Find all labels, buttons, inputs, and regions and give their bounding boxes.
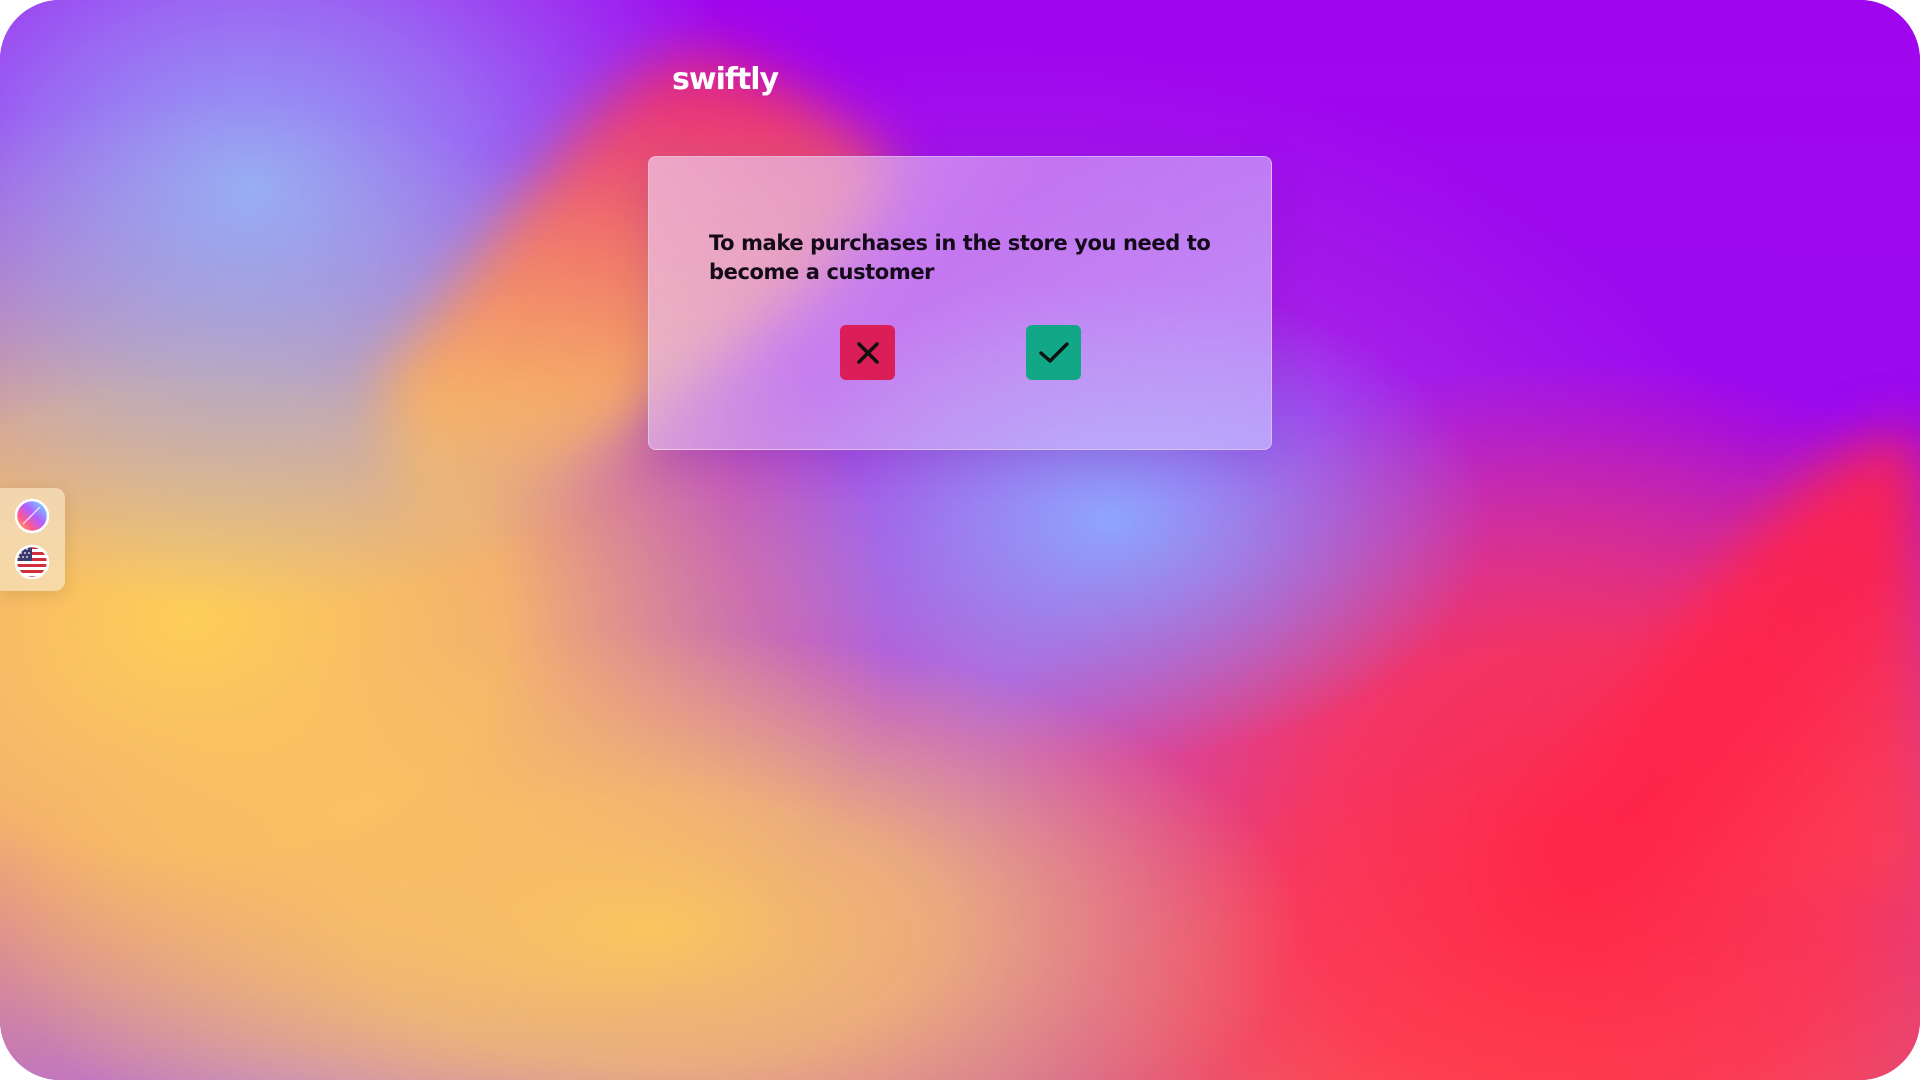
dialog-message: To make purchases in the store you need … [709, 231, 1211, 284]
us-flag-icon [14, 544, 50, 580]
cancel-button[interactable] [840, 325, 895, 380]
language-switch-button[interactable] [14, 544, 50, 580]
check-icon [1038, 341, 1069, 363]
theme-palette-icon [14, 498, 50, 534]
app-screen: swiftly To make purchases in the store y… [0, 0, 1920, 1080]
customer-required-dialog: To make purchases in the store you need … [648, 156, 1272, 450]
brand-logo[interactable]: swiftly [672, 62, 779, 97]
confirm-button[interactable] [1026, 325, 1081, 380]
side-panel [0, 488, 65, 591]
close-icon [856, 341, 879, 364]
theme-switch-button[interactable] [14, 498, 50, 534]
